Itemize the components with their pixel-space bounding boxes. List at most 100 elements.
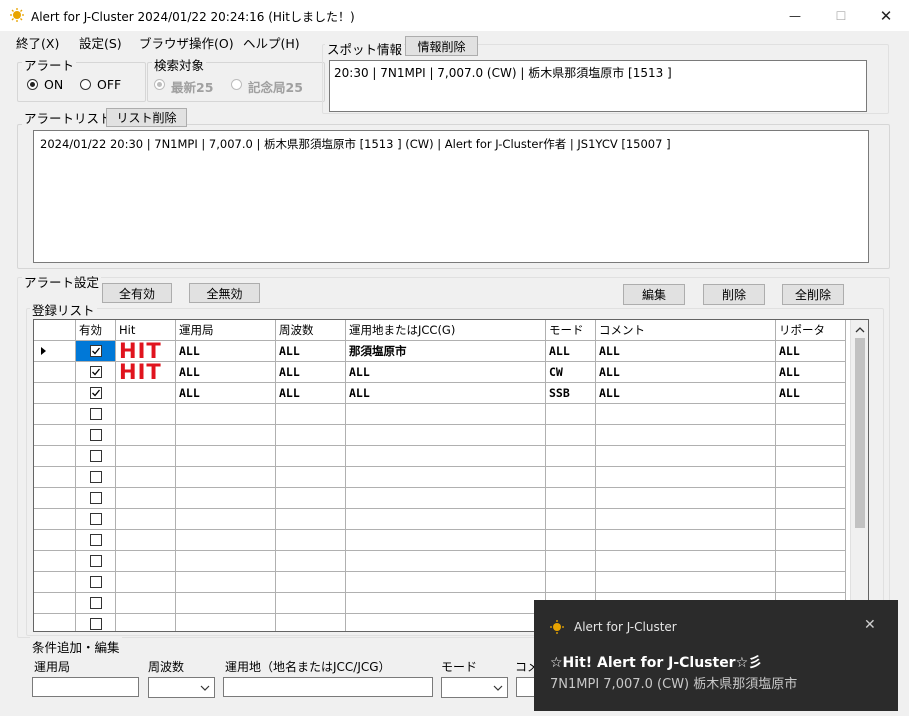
alert-list-textbox[interactable]: 2024/01/22 20:30 | 7N1MPI | 7,007.0 | 栃木…: [33, 130, 869, 263]
delete-all-button[interactable]: 全削除: [782, 284, 844, 305]
freq-cell[interactable]: [276, 593, 346, 614]
alert-off-label[interactable]: OFF: [97, 77, 121, 92]
reporter-cell[interactable]: [776, 530, 846, 551]
row-header[interactable]: [34, 572, 76, 593]
row-header[interactable]: [34, 467, 76, 488]
scroll-up-icon[interactable]: [851, 322, 869, 338]
enabled-cell[interactable]: [76, 467, 116, 488]
disable-all-button[interactable]: 全無効: [189, 283, 260, 303]
hit-cell[interactable]: [116, 509, 176, 530]
frequency-select[interactable]: [148, 677, 215, 698]
hit-cell[interactable]: [116, 446, 176, 467]
enabled-checkbox[interactable]: [90, 618, 102, 630]
menu-settings[interactable]: 設定(S): [79, 33, 122, 52]
alert-condition-grid[interactable]: 有効 Hit 運用局 周波数 運用地またはJCC(G) モード コメント リポータ HIT ALL…: [33, 319, 869, 632]
enabled-cell[interactable]: [76, 362, 116, 383]
mode-cell[interactable]: SSB: [546, 383, 596, 404]
enabled-cell[interactable]: [76, 530, 116, 551]
mode-cell[interactable]: [546, 446, 596, 467]
location-cell[interactable]: [346, 404, 546, 425]
station-cell[interactable]: [176, 425, 276, 446]
column-header[interactable]: コメント: [596, 320, 776, 341]
enabled-checkbox[interactable]: [90, 366, 102, 378]
reporter-cell[interactable]: [776, 404, 846, 425]
alert-on-label[interactable]: ON: [44, 77, 63, 92]
enabled-checkbox[interactable]: [90, 597, 102, 609]
station-cell[interactable]: ALL: [176, 362, 276, 383]
enabled-cell[interactable]: [76, 551, 116, 572]
hit-cell[interactable]: [116, 488, 176, 509]
edit-button[interactable]: 編集: [623, 284, 685, 305]
freq-cell[interactable]: [276, 425, 346, 446]
location-cell[interactable]: [346, 425, 546, 446]
enabled-cell[interactable]: [76, 341, 116, 362]
comment-cell[interactable]: [596, 404, 776, 425]
enabled-checkbox[interactable]: [90, 492, 102, 504]
mode-cell[interactable]: [546, 572, 596, 593]
enabled-checkbox[interactable]: [90, 513, 102, 525]
hit-cell[interactable]: [116, 467, 176, 488]
latest25-label[interactable]: 最新25: [171, 77, 213, 96]
station-cell[interactable]: [176, 593, 276, 614]
maximize-button[interactable]: ☐: [818, 0, 864, 31]
location-cell[interactable]: [346, 614, 546, 631]
hit-cell[interactable]: [116, 425, 176, 446]
enabled-cell[interactable]: [76, 572, 116, 593]
freq-cell[interactable]: [276, 488, 346, 509]
reporter-cell[interactable]: ALL: [776, 383, 846, 404]
reporter-cell[interactable]: [776, 572, 846, 593]
enabled-checkbox[interactable]: [90, 471, 102, 483]
station-cell[interactable]: [176, 488, 276, 509]
mode-cell[interactable]: [546, 488, 596, 509]
clear-spot-info-button[interactable]: 情報削除: [405, 36, 478, 56]
hit-cell[interactable]: [116, 383, 176, 404]
station-cell[interactable]: [176, 446, 276, 467]
mode-cell[interactable]: [546, 551, 596, 572]
row-header[interactable]: [34, 404, 76, 425]
freq-cell[interactable]: [276, 404, 346, 425]
freq-cell[interactable]: [276, 551, 346, 572]
enabled-cell[interactable]: [76, 404, 116, 425]
enabled-cell[interactable]: [76, 614, 116, 631]
comment-cell[interactable]: [596, 572, 776, 593]
reporter-cell[interactable]: [776, 551, 846, 572]
mode-cell[interactable]: [546, 425, 596, 446]
column-header[interactable]: 運用地またはJCC(G): [346, 320, 546, 341]
mode-cell[interactable]: [546, 467, 596, 488]
delete-button[interactable]: 削除: [703, 284, 765, 305]
location-cell[interactable]: 那須塩原市: [346, 341, 546, 362]
comment-cell[interactable]: [596, 425, 776, 446]
comment-cell[interactable]: [596, 509, 776, 530]
enabled-cell[interactable]: [76, 383, 116, 404]
hit-cell[interactable]: [116, 551, 176, 572]
freq-cell[interactable]: [276, 509, 346, 530]
row-header[interactable]: [34, 551, 76, 572]
station-input[interactable]: [32, 677, 139, 697]
hit-cell[interactable]: [116, 572, 176, 593]
row-header[interactable]: [34, 488, 76, 509]
station-cell[interactable]: [176, 467, 276, 488]
location-input[interactable]: [223, 677, 433, 697]
hit-cell[interactable]: [116, 530, 176, 551]
spot-info-textbox[interactable]: 20:30 | 7N1MPI | 7,007.0 (CW) | 栃木県那須塩原市…: [329, 60, 867, 112]
station-cell[interactable]: [176, 404, 276, 425]
toast-close-button[interactable]: ✕: [864, 617, 876, 633]
comment-cell[interactable]: ALL: [596, 341, 776, 362]
reporter-cell[interactable]: ALL: [776, 341, 846, 362]
hit-cell[interactable]: [116, 593, 176, 614]
location-cell[interactable]: ALL: [346, 383, 546, 404]
freq-cell[interactable]: ALL: [276, 383, 346, 404]
mode-cell[interactable]: [546, 509, 596, 530]
station-cell[interactable]: [176, 551, 276, 572]
alert-on-radio[interactable]: [27, 79, 38, 90]
column-header[interactable]: 運用局: [176, 320, 276, 341]
enabled-checkbox[interactable]: [90, 429, 102, 441]
comment-cell[interactable]: [596, 446, 776, 467]
location-cell[interactable]: [346, 551, 546, 572]
freq-cell[interactable]: [276, 530, 346, 551]
enabled-checkbox[interactable]: [90, 534, 102, 546]
comment-cell[interactable]: [596, 467, 776, 488]
reporter-cell[interactable]: ALL: [776, 362, 846, 383]
scrollbar-thumb[interactable]: [855, 338, 865, 528]
minimize-button[interactable]: —: [772, 0, 818, 31]
